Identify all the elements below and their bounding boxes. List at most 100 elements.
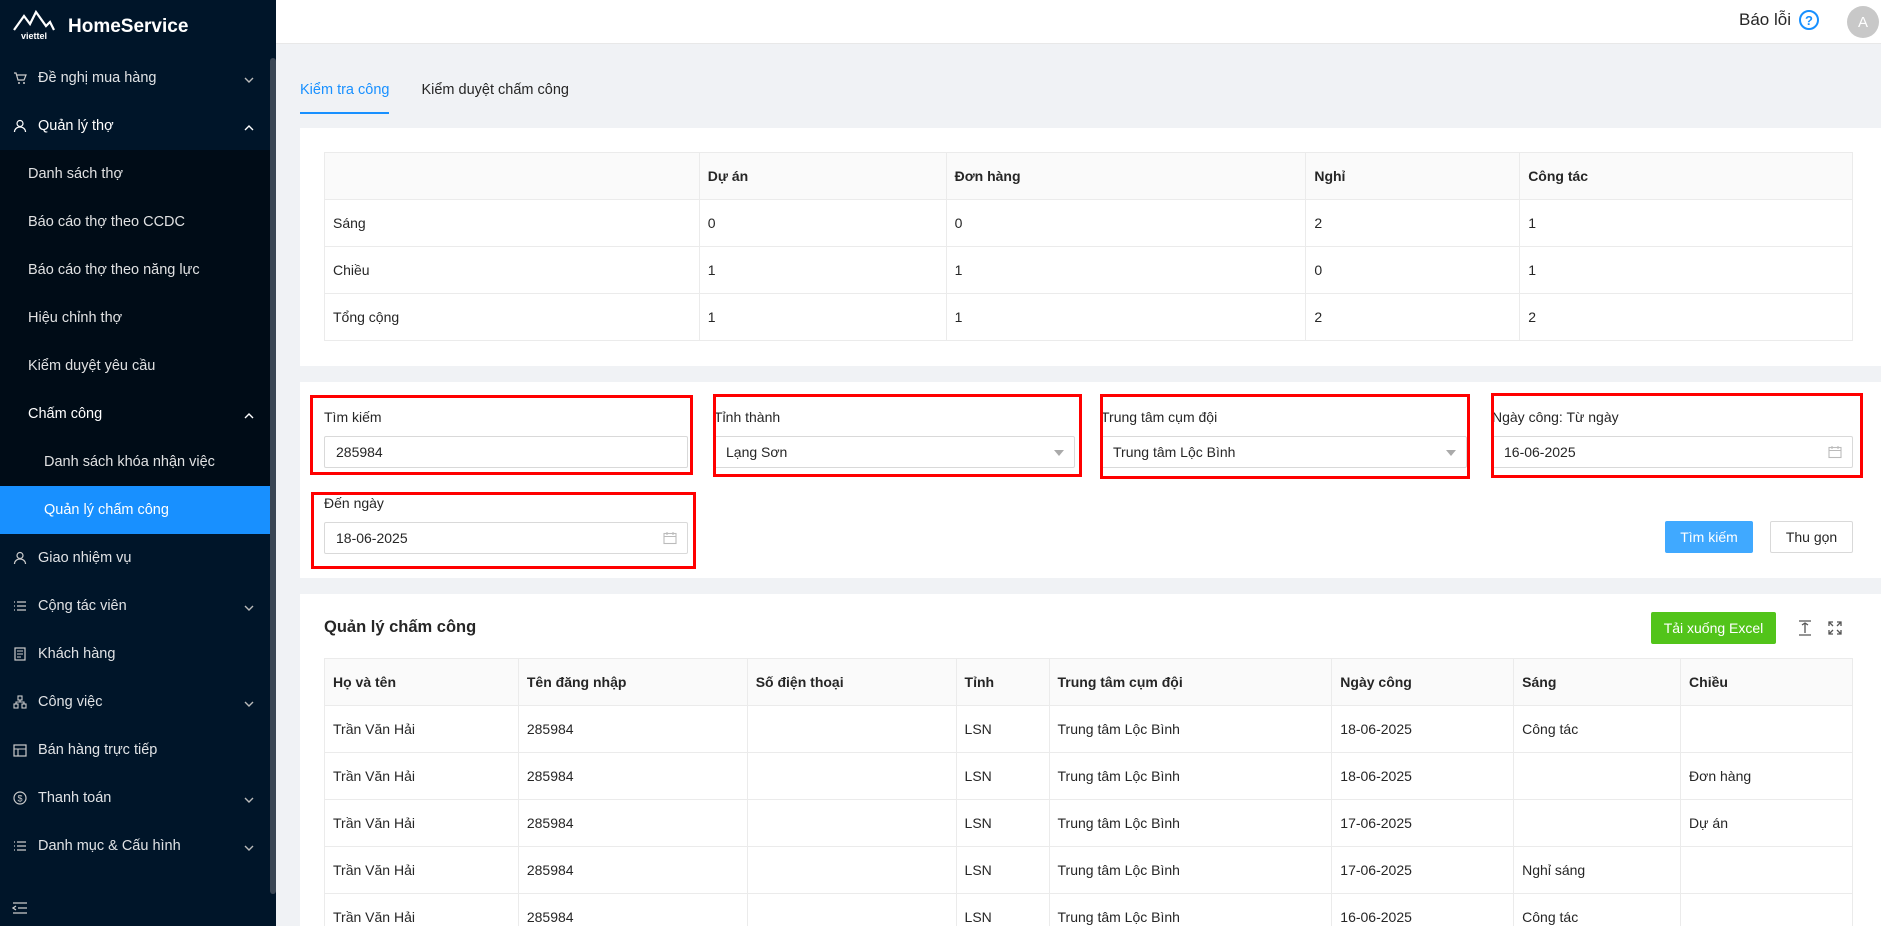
table-cell: Chiều [324, 246, 700, 294]
sidebar-item-ccdc-report[interactable]: Báo cáo thợ theo CCDC [0, 198, 276, 246]
table-cell [1680, 705, 1853, 753]
table-cell [1513, 799, 1682, 847]
sidebar-item-label: Bán hàng trực tiếp [38, 742, 158, 758]
top-header: Báo lỗi ? A [276, 0, 1881, 44]
sidebar-item-label: Danh sách khóa nhận việc [44, 454, 215, 470]
table-cell: 1 [945, 293, 1307, 341]
column-header: Ngày công [1331, 658, 1515, 706]
column-header: Tỉnh [955, 658, 1050, 706]
sidebar-scrollbar[interactable] [270, 58, 276, 894]
table-cell: 17-06-2025 [1331, 846, 1515, 894]
sidebar-item-assign-task[interactable]: Giao nhiệm vụ [0, 534, 276, 582]
sidebar-item-timekeeping[interactable]: Chấm công [0, 390, 276, 438]
table-row[interactable]: Trần Văn Hải 285984 LSN Trung tâm Lộc Bì… [324, 846, 1853, 894]
table-cell: 0 [698, 199, 947, 247]
report-bug-link[interactable]: Báo lỗi ? [1739, 10, 1819, 30]
sidebar-item-customers[interactable]: Khách hàng [0, 630, 276, 678]
summary-table: Dự án Đơn hàng Nghỉ Công tác Sáng 0 0 2 … [324, 152, 1853, 341]
table-row[interactable]: Trần Văn Hải 285984 LSN Trung tâm Lộc Bì… [324, 893, 1853, 926]
table-cell: 1 [698, 293, 947, 341]
column-header: Họ và tên [324, 658, 519, 706]
table-cell: LSN [955, 705, 1050, 753]
table-cell: 285984 [517, 893, 748, 926]
table-cell: Trần Văn Hải [324, 752, 519, 800]
summary-card: Dự án Đơn hàng Nghỉ Công tác Sáng 0 0 2 … [300, 128, 1881, 366]
table-cell [1680, 893, 1853, 926]
table-cell: 2 [1305, 199, 1521, 247]
highlight-box [1491, 393, 1863, 478]
sidebar-item-capability-report[interactable]: Báo cáo thợ theo năng lực [0, 246, 276, 294]
download-excel-button[interactable]: Tải xuống Excel [1651, 612, 1776, 644]
table-cell: Công tác [1513, 705, 1682, 753]
shop-icon [12, 742, 28, 758]
sidebar-item-worker-list[interactable]: Danh sách thợ [0, 150, 276, 198]
chevron-up-icon [244, 408, 254, 424]
table-row[interactable]: Trần Văn Hải 285984 LSN Trung tâm Lộc Bì… [324, 705, 1853, 753]
table-cell: Trung tâm Lộc Bình [1048, 893, 1333, 926]
table-cell: Trung tâm Lộc Bình [1048, 705, 1333, 753]
list-icon [12, 598, 28, 614]
collapse-button[interactable]: Thu gọn [1770, 521, 1853, 553]
table-cell: Trung tâm Lộc Bình [1048, 799, 1333, 847]
sidebar-item-worker-management[interactable]: Quản lý thợ [0, 102, 276, 150]
chevron-down-icon [244, 72, 254, 88]
sidebar-item-direct-sales[interactable]: Bán hàng trực tiếp [0, 726, 276, 774]
fullscreen-icon[interactable] [1828, 621, 1842, 638]
table-row[interactable]: Trần Văn Hải 285984 LSN Trung tâm Lộc Bì… [324, 799, 1853, 847]
tab-review-attendance[interactable]: Kiểm duyệt chấm công [421, 72, 569, 114]
sidebar-item-label: Danh sách thợ [28, 166, 123, 182]
chevron-up-icon [244, 120, 254, 136]
table-cell: Dự án [1680, 799, 1853, 847]
sidebar-item-collaborators[interactable]: Cộng tác viên [0, 582, 276, 630]
attendance-table: Họ và tên Tên đăng nhập Số điện thoại Tỉ… [324, 658, 1853, 926]
help-icon[interactable]: ? [1799, 10, 1819, 30]
sidebar-item-edit-worker[interactable]: Hiệu chỉnh thợ [0, 294, 276, 342]
report-bug-label: Báo lỗi [1739, 10, 1791, 29]
table-cell: Trung tâm Lộc Bình [1048, 846, 1333, 894]
table-cell: Công tác [1513, 893, 1682, 926]
table-cell: 285984 [517, 705, 748, 753]
sidebar-item-label: Quản lý thợ [38, 118, 114, 134]
user-icon [12, 550, 28, 566]
sidebar-item-label: Báo cáo thợ theo CCDC [28, 214, 186, 230]
logo[interactable]: viettel HomeService [0, 0, 276, 54]
table-row: Tổng cộng 1 1 2 2 [324, 293, 1853, 341]
sidebar-item-jobs[interactable]: Công việc [0, 678, 276, 726]
sidebar-item-payment[interactable]: $ Thanh toán [0, 774, 276, 822]
chevron-down-icon [244, 792, 254, 808]
column-header [324, 152, 700, 200]
sidebar-item-timekeeping-management[interactable]: Quản lý chấm công [0, 486, 276, 534]
svg-text:viettel: viettel [21, 31, 47, 41]
table-cell: 1 [945, 246, 1307, 294]
column-height-icon[interactable] [1798, 620, 1812, 639]
list-title: Quản lý chấm công [324, 618, 477, 636]
sidebar-item-label: Hiệu chỉnh thợ [28, 310, 123, 326]
sidebar-item-label: Kiểm duyệt yêu cầu [28, 358, 156, 374]
sidebar-item-catalog-config[interactable]: Danh mục & Cấu hình [0, 822, 276, 870]
search-button[interactable]: Tìm kiếm [1665, 521, 1753, 553]
sidebar-item-label: Báo cáo thợ theo năng lực [28, 262, 200, 278]
attendance-list-card: Quản lý chấm công Tải xuống Excel Họ và … [300, 594, 1881, 926]
sidebar-item-label: Cộng tác viên [38, 598, 127, 614]
table-cell: 285984 [517, 846, 748, 894]
table-cell: 0 [945, 199, 1307, 247]
highlight-box [310, 395, 693, 475]
column-header: Sáng [1513, 658, 1682, 706]
avatar[interactable]: A [1847, 6, 1879, 38]
highlight-box [1100, 394, 1470, 479]
sidebar-item-job-lock-list[interactable]: Danh sách khóa nhận việc [0, 438, 276, 486]
table-row[interactable]: Trần Văn Hải 285984 LSN Trung tâm Lộc Bì… [324, 752, 1853, 800]
tab-check-attendance[interactable]: Kiểm tra công [300, 72, 390, 114]
column-header: Đơn hàng [945, 152, 1307, 200]
table-cell: 285984 [517, 752, 748, 800]
sidebar-item-label: Thanh toán [38, 790, 112, 806]
dollar-icon: $ [12, 790, 28, 806]
sidebar-item-purchase-request[interactable]: Đề nghị mua hàng [0, 54, 276, 102]
menu-fold-icon[interactable] [11, 901, 28, 918]
column-header: Chiều [1680, 658, 1853, 706]
sidebar-item-review-requests[interactable]: Kiểm duyệt yêu cầu [0, 342, 276, 390]
highlight-box [311, 492, 696, 569]
table-cell: LSN [955, 799, 1050, 847]
table-cell [1513, 752, 1682, 800]
table-cell [746, 893, 957, 926]
